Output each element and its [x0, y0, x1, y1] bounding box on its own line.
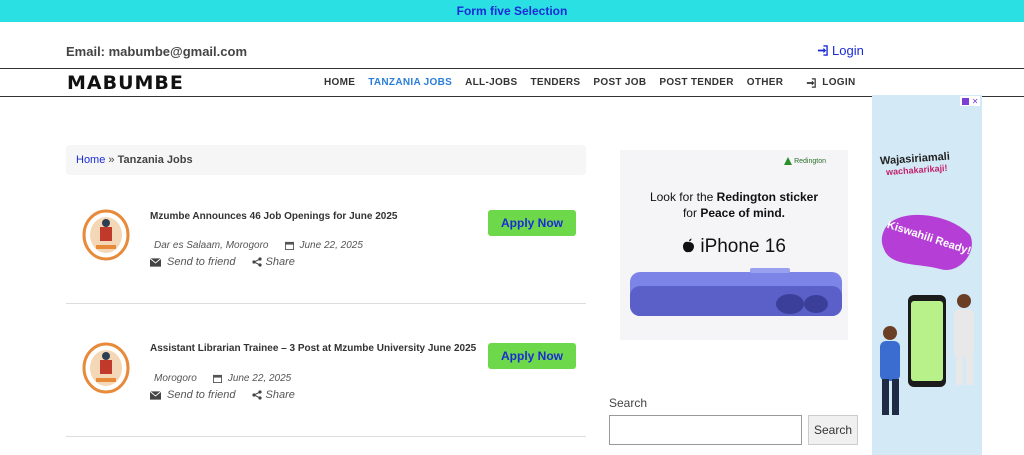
apply-now-button[interactable]: Apply Now	[488, 343, 576, 369]
nav-login[interactable]: LOGIN	[806, 77, 855, 88]
main-menu: HOME TANZANIA JOBS ALL-JOBS TENDERS POST…	[324, 69, 868, 96]
ad-choices-icon	[961, 97, 969, 105]
kiswahili-ready-badge: Kiswahili Ready!	[881, 214, 972, 270]
job-location: Morogoro	[154, 373, 197, 384]
nav-tenders[interactable]: TENDERS	[531, 77, 581, 88]
job-listing: Mzumbe Announces 46 Job Openings for Jun…	[66, 171, 586, 304]
job-actions: Send to friend Share	[150, 389, 295, 401]
nav-post-tender[interactable]: POST TENDER	[659, 77, 733, 88]
job-listing: Assistant Librarian Trainee – 3 Post at …	[66, 304, 586, 437]
job-date: June 22, 2025	[227, 373, 292, 384]
search-label: Search	[609, 396, 648, 410]
job-date: June 22, 2025	[299, 240, 363, 251]
nav-other[interactable]: OTHER	[747, 77, 784, 88]
iphone-image	[630, 268, 842, 316]
people-with-phone-image	[880, 294, 974, 415]
nav-home[interactable]: HOME	[324, 77, 355, 88]
close-icon[interactable]: ✕	[972, 97, 979, 106]
ad-brand-name: Redington	[794, 157, 826, 165]
breadcrumb-current: Tanzania Jobs	[117, 154, 193, 166]
ad-headline-2: for Peace of mind.	[682, 206, 786, 220]
contact-email: Email: mabumbe@gmail.com	[66, 44, 247, 59]
main-navbar: MABUMBE HOME TANZANIA JOBS ALL-JOBS TEND…	[0, 68, 1024, 97]
nav-all-jobs[interactable]: ALL-JOBS	[465, 77, 517, 88]
login-label: Login	[832, 43, 864, 58]
job-actions: Send to friend Share	[150, 256, 295, 268]
share-icon	[251, 257, 262, 267]
sign-in-icon	[807, 77, 817, 88]
calendar-icon	[284, 241, 294, 250]
envelope-icon	[150, 390, 161, 400]
share-icon	[251, 390, 262, 400]
ad-choices-close[interactable]: ✕	[960, 96, 980, 106]
send-to-friend-link[interactable]: Send to friend	[167, 256, 236, 268]
envelope-icon	[150, 257, 161, 267]
ad-brand: Redington	[784, 157, 826, 165]
job-title[interactable]: Assistant Librarian Trainee – 3 Post at …	[150, 343, 490, 354]
contact-row: Email: mabumbe@gmail.com Login	[0, 22, 1024, 68]
share-label: Share	[265, 256, 295, 268]
share-link[interactable]: Share	[251, 389, 295, 401]
job-meta: Dar es Salaam, Morogoro June 22, 2025	[154, 240, 363, 251]
search-button[interactable]: Search	[808, 415, 858, 445]
nav-post-job[interactable]: POST JOB	[593, 77, 646, 88]
nav-login-label: LOGIN	[822, 77, 856, 88]
mzumbe-university-logo	[82, 342, 130, 394]
redington-logo-icon	[784, 157, 793, 165]
apply-now-button[interactable]: Apply Now	[488, 210, 576, 236]
site-logo[interactable]: MABUMBE	[67, 72, 184, 94]
form-five-selection-link[interactable]: Form five Selection	[457, 4, 568, 18]
sign-in-icon	[817, 45, 828, 56]
job-meta: Morogoro June 22, 2025	[154, 373, 291, 384]
apple-icon	[683, 238, 695, 253]
ad-product: iPhone 16	[620, 236, 848, 258]
side-advertisement[interactable]: ✕ Wajasiriamali wachakarikaji! Kiswahili…	[872, 95, 982, 455]
search-input[interactable]	[609, 415, 802, 445]
nav-tanzania-jobs[interactable]: TANZANIA JOBS	[368, 77, 452, 88]
share-label: Share	[265, 389, 295, 401]
job-location: Dar es Salaam, Morogoro	[154, 240, 269, 251]
calendar-icon	[212, 374, 222, 383]
ad-headline-1: Look for the Redington sticker	[649, 190, 819, 204]
share-link[interactable]: Share	[251, 256, 295, 268]
send-to-friend-link[interactable]: Send to friend	[167, 389, 236, 401]
announcement-bar: Form five Selection	[0, 0, 1024, 22]
breadcrumb-home[interactable]: Home	[76, 154, 105, 166]
breadcrumb-separator: »	[108, 154, 115, 166]
iphone-advertisement[interactable]: Redington Look for the Redington sticker…	[620, 150, 848, 340]
mzumbe-university-logo	[82, 209, 130, 261]
login-link[interactable]: Login	[817, 43, 864, 58]
job-title[interactable]: Mzumbe Announces 46 Job Openings for Jun…	[150, 211, 490, 222]
